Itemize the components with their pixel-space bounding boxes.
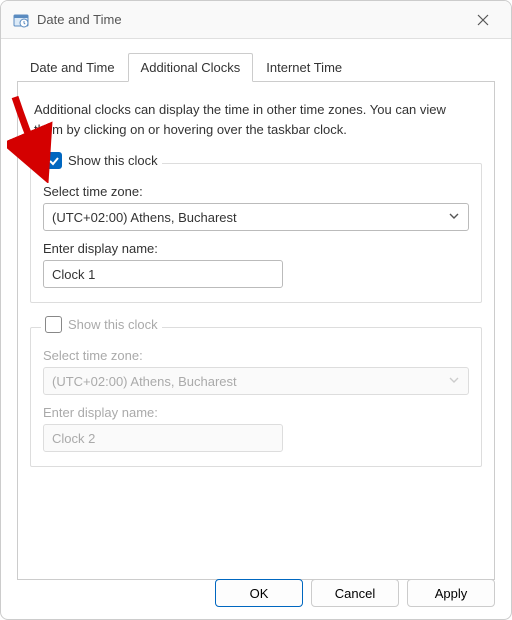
description-text: Additional clocks can display the time i… bbox=[34, 100, 478, 139]
close-button[interactable] bbox=[467, 4, 499, 36]
apply-button[interactable]: Apply bbox=[407, 579, 495, 607]
clock1-checkbox-row: Show this clock bbox=[41, 152, 162, 169]
clock1-tz-select[interactable]: (UTC+02:00) Athens, Bucharest bbox=[43, 203, 469, 231]
clock2-tz-value: (UTC+02:00) Athens, Bucharest bbox=[52, 374, 237, 389]
chevron-down-icon bbox=[448, 210, 460, 225]
tab-additional-clocks[interactable]: Additional Clocks bbox=[128, 53, 254, 82]
clock1-tz-label: Select time zone: bbox=[43, 184, 469, 199]
cancel-button[interactable]: Cancel bbox=[311, 579, 399, 607]
clock1-show-label: Show this clock bbox=[68, 153, 158, 168]
clock1-group: Show this clock Select time zone: (UTC+0… bbox=[30, 163, 482, 303]
clock1-tz-value: (UTC+02:00) Athens, Bucharest bbox=[52, 210, 237, 225]
clock1-name-label: Enter display name: bbox=[43, 241, 469, 256]
clock2-tz-select: (UTC+02:00) Athens, Bucharest bbox=[43, 367, 469, 395]
clock2-checkbox-row: Show this clock bbox=[41, 316, 162, 333]
clock1-name-value: Clock 1 bbox=[52, 267, 95, 282]
clock1-show-checkbox[interactable] bbox=[45, 152, 62, 169]
clock2-name-label: Enter display name: bbox=[43, 405, 469, 420]
tab-date-and-time[interactable]: Date and Time bbox=[17, 53, 128, 82]
tab-panel-additional-clocks: Additional clocks can display the time i… bbox=[17, 82, 495, 580]
tab-internet-time[interactable]: Internet Time bbox=[253, 53, 355, 82]
titlebar: Date and Time bbox=[1, 1, 511, 39]
dialog-window: Date and Time Date and Time Additional C… bbox=[0, 0, 512, 620]
clock2-name-input: Clock 2 bbox=[43, 424, 283, 452]
clock2-show-checkbox[interactable] bbox=[45, 316, 62, 333]
date-time-icon bbox=[13, 12, 29, 28]
content-area: Date and Time Additional Clocks Internet… bbox=[1, 39, 511, 580]
clock2-name-value: Clock 2 bbox=[52, 431, 95, 446]
clock2-tz-label: Select time zone: bbox=[43, 348, 469, 363]
tab-strip: Date and Time Additional Clocks Internet… bbox=[17, 53, 495, 82]
clock2-group: Show this clock Select time zone: (UTC+0… bbox=[30, 327, 482, 467]
window-title: Date and Time bbox=[37, 12, 467, 27]
chevron-down-icon bbox=[448, 374, 460, 389]
clock2-show-label: Show this clock bbox=[68, 317, 158, 332]
ok-button[interactable]: OK bbox=[215, 579, 303, 607]
clock1-name-input[interactable]: Clock 1 bbox=[43, 260, 283, 288]
dialog-buttons: OK Cancel Apply bbox=[215, 579, 495, 607]
